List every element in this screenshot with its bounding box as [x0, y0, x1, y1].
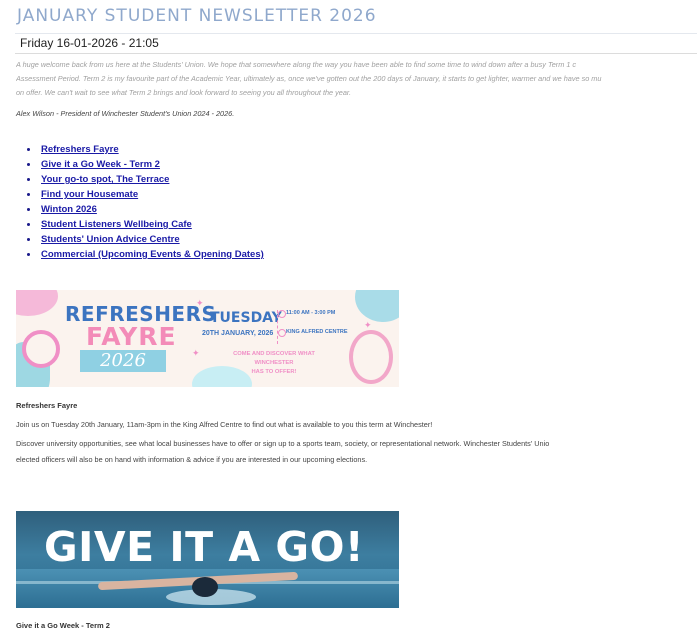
- section-paragraph: Discover university opportunities, see w…: [16, 439, 550, 448]
- list-item: Give it a Go Week - Term 2: [24, 157, 264, 172]
- section-paragraph: elected officers will also be on hand wi…: [16, 455, 368, 464]
- link-winton-2026[interactable]: Winton 2026: [41, 204, 97, 215]
- banner-cta: COME AND DISCOVER WHAT WINCHESTER HAS TO…: [214, 350, 334, 377]
- location-pin-icon: [278, 329, 286, 337]
- banner-venue: KING ALFRED CENTRE: [286, 329, 348, 335]
- banner-year: 2026: [80, 350, 166, 372]
- intro-line: Assessment Period. Term 2 is my favourit…: [16, 74, 602, 83]
- banner-date: 20TH JANUARY, 2026: [202, 330, 274, 337]
- list-item: Student Listeners Wellbeing Cafe: [24, 217, 264, 232]
- banner-day: TUESDAY: [210, 310, 282, 326]
- sparkle-icon: ✦: [364, 320, 372, 330]
- section-heading: Refreshers Fayre: [16, 401, 78, 410]
- list-item: Your go-to spot, The Terrace: [24, 172, 264, 187]
- link-the-terrace[interactable]: Your go-to spot, The Terrace: [41, 174, 169, 185]
- decorative-blob: [22, 330, 60, 368]
- decorative-blob: [355, 290, 399, 322]
- publish-date: Friday 16-01-2026 - 21:05: [15, 34, 697, 54]
- list-item: Students' Union Advice Centre: [24, 232, 264, 247]
- list-item: Winton 2026: [24, 202, 264, 217]
- newsletter-title: JANUARY STUDENT NEWSLETTER 2026: [17, 6, 377, 26]
- section-paragraph: Join us on Tuesday 20th January, 11am-3p…: [16, 420, 433, 429]
- link-wellbeing-cafe[interactable]: Student Listeners Wellbeing Cafe: [41, 219, 192, 230]
- clock-icon: [278, 310, 286, 318]
- link-advice-centre[interactable]: Students' Union Advice Centre: [41, 234, 180, 245]
- list-item: Commercial (Upcoming Events & Opening Da…: [24, 247, 264, 262]
- intro-line: on offer. We can't wait to see what Term…: [16, 88, 352, 97]
- link-find-housemate[interactable]: Find your Housemate: [41, 189, 138, 200]
- swimmer-head: [192, 577, 218, 597]
- banner-heading: GIVE IT A GO!: [44, 523, 365, 571]
- link-commercial[interactable]: Commercial (Upcoming Events & Opening Da…: [41, 249, 264, 260]
- list-item: Refreshers Fayre: [24, 142, 264, 157]
- sparkle-icon: ✦: [192, 348, 200, 358]
- decorative-blob: [349, 330, 393, 384]
- intro-line: A huge welcome back from us here at the …: [16, 60, 577, 69]
- president-signature: Alex Wilson - President of Winchester St…: [16, 109, 235, 118]
- banner-time: 11:00 AM - 3:00 PM: [286, 310, 336, 316]
- decorative-blob: [16, 290, 58, 316]
- list-item: Find your Housemate: [24, 187, 264, 202]
- banner-heading: FAYRE: [86, 322, 177, 351]
- link-give-it-a-go-week[interactable]: Give it a Go Week - Term 2: [41, 159, 160, 170]
- give-it-a-go-banner: GIVE IT A GO!: [16, 511, 399, 608]
- contents-list: Refreshers Fayre Give it a Go Week - Ter…: [24, 142, 264, 262]
- refreshers-fayre-banner: ✦ ✦ ✦ REFRESHERS FAYRE 2026 TUESDAY 20TH…: [16, 290, 399, 387]
- banner-cta-line: COME AND DISCOVER WHAT WINCHESTER: [233, 351, 315, 366]
- banner-cta-line: HAS TO OFFER!: [251, 369, 297, 375]
- intro-paragraph: A huge welcome back from us here at the …: [16, 58, 697, 100]
- link-refreshers-fayre[interactable]: Refreshers Fayre: [41, 144, 119, 155]
